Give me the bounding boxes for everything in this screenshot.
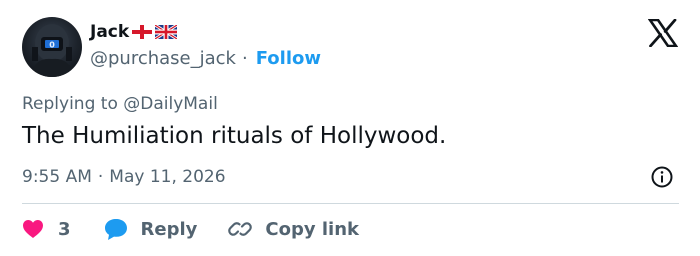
actions-divider [22, 203, 679, 204]
author-avatar[interactable]: 0 [22, 17, 82, 77]
tweet-timestamp[interactable]: 9:55 AM · May 11, 2026 [22, 167, 226, 187]
avatar-image: 0 [30, 24, 74, 77]
author-name-row[interactable]: Jack [90, 22, 178, 42]
union-jack-flag-icon [155, 25, 178, 39]
speech-bubble-icon [104, 219, 127, 240]
handle-row: @purchase_jack · Follow [90, 48, 321, 69]
heart-icon [23, 220, 43, 238]
tweet-text: The Humiliation rituals of Hollywood. [22, 123, 447, 149]
like-count: 3 [58, 218, 71, 240]
replying-to: Replying to @DailyMail [22, 94, 218, 114]
reply-label: Reply [140, 218, 198, 240]
link-icon [228, 222, 253, 236]
handle-separator: · [241, 48, 248, 69]
tweet-date[interactable]: May 11, 2026 [109, 167, 225, 187]
svg-text:0: 0 [49, 41, 55, 50]
tweet-time[interactable]: 9:55 AM [22, 167, 92, 187]
author-name[interactable]: Jack [90, 22, 129, 42]
copy-link-label: Copy link [265, 218, 359, 240]
x-logo-icon[interactable] [648, 19, 678, 47]
copy-link-button[interactable]: Copy link [227, 217, 359, 241]
england-flag-icon [132, 25, 153, 39]
reply-button[interactable]: Reply [103, 217, 198, 241]
replying-to-handle[interactable]: @DailyMail [123, 94, 218, 114]
tweet-actions: 3 Reply Copy link [22, 215, 359, 243]
follow-button[interactable]: Follow [256, 48, 321, 69]
author-handle[interactable]: @purchase_jack [90, 48, 236, 69]
replying-to-prefix: Replying to [22, 94, 124, 114]
timestamp-separator: · [97, 167, 104, 187]
like-button[interactable]: 3 [22, 219, 71, 240]
info-icon[interactable] [650, 165, 674, 189]
